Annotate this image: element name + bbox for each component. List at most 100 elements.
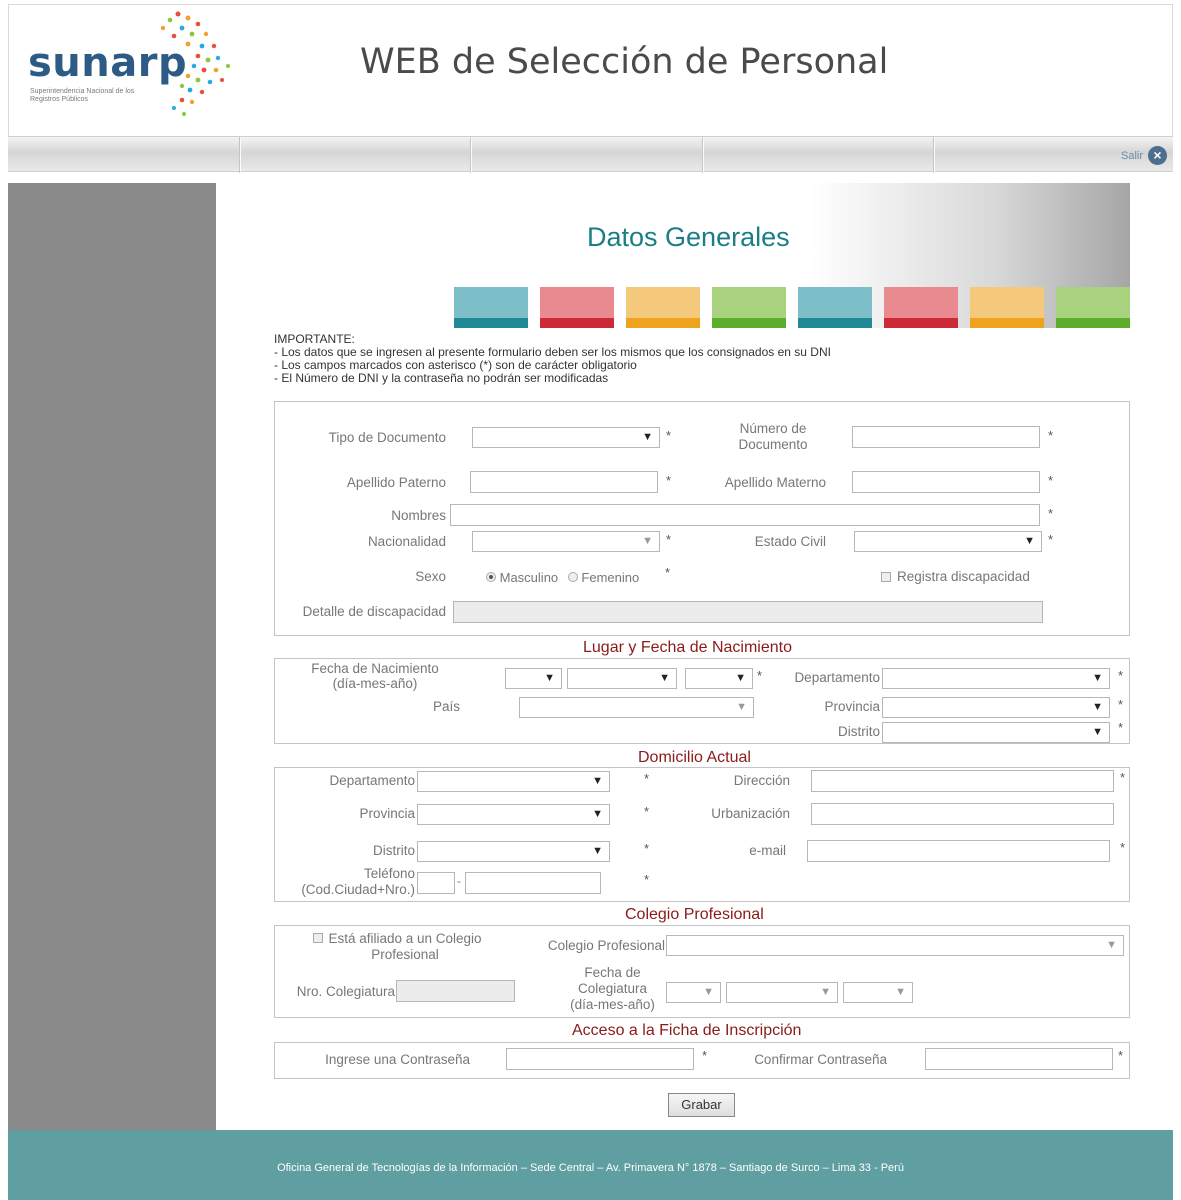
fecha-colegiatura-label-line1: Fecha de <box>584 965 641 980</box>
fecha-nacimiento-label-line1: Fecha de Nacimiento <box>311 661 439 676</box>
required-mark: * <box>1118 668 1124 683</box>
pais-select[interactable]: ▼ <box>519 697 754 718</box>
close-circle-icon[interactable]: × <box>1148 146 1167 165</box>
required-mark: * <box>666 428 672 443</box>
detalle-discapacidad-input[interactable] <box>453 601 1043 623</box>
color-block <box>540 287 614 328</box>
afiliado-colegio-label-line1: Está afiliado a un Colegio <box>328 931 482 946</box>
required-mark: * <box>665 565 671 580</box>
fecha-colegiatura-label: Fecha de Colegiatura (día-mes-año) <box>560 965 665 1013</box>
nacimiento-dia-select[interactable]: ▼ <box>505 668 562 689</box>
color-block-bottom <box>712 318 786 328</box>
estado-civil-select[interactable]: ▼ <box>854 531 1042 552</box>
color-block <box>712 287 786 328</box>
required-mark: * <box>666 532 672 547</box>
site-title: WEB de Selección de Personal <box>360 42 889 82</box>
required-mark: * <box>644 841 650 856</box>
dom-departamento-label: Departamento <box>329 773 415 788</box>
password-label: Ingrese una Contraseña <box>325 1052 470 1067</box>
telefono-codigo-input[interactable] <box>417 872 455 894</box>
urbanizacion-input[interactable] <box>811 803 1114 825</box>
nac-distrito-select[interactable]: ▼ <box>882 722 1110 743</box>
nro-colegiatura-label: Nro. Colegiatura <box>296 984 395 999</box>
color-block-top <box>540 287 614 318</box>
apellido-materno-label: Apellido Materno <box>724 475 826 490</box>
color-block-bottom <box>970 318 1044 328</box>
nav-separator <box>239 137 241 173</box>
nombres-input[interactable] <box>450 504 1040 526</box>
fecha-nacimiento-label-line2: (día-mes-año) <box>332 676 418 691</box>
apellido-materno-input[interactable] <box>852 471 1040 493</box>
color-block-bottom <box>454 318 528 328</box>
color-block <box>454 287 528 328</box>
colegiatura-dia-select[interactable]: ▼ <box>666 982 721 1003</box>
nac-provincia-label: Provincia <box>824 699 880 714</box>
telefono-separator: - <box>457 874 461 888</box>
footer-text: Oficina General de Tecnologías de la Inf… <box>277 1162 904 1174</box>
required-mark: * <box>1120 840 1126 855</box>
required-mark: * <box>1048 428 1054 443</box>
required-mark: * <box>1118 720 1124 735</box>
left-sidebar <box>8 183 216 1130</box>
detalle-discapacidad-label: Detalle de discapacidad <box>302 604 446 619</box>
dom-departamento-select[interactable]: ▼ <box>417 771 610 792</box>
colegiatura-mes-select[interactable]: ▼ <box>726 982 838 1003</box>
nacionalidad-select[interactable]: ▼ <box>472 531 660 552</box>
section-title-domicilio: Domicilio Actual <box>638 749 751 766</box>
nav-separator <box>933 137 935 173</box>
nac-provincia-select[interactable]: ▼ <box>882 697 1110 718</box>
colegio-profesional-select[interactable]: ▼ <box>666 935 1124 956</box>
dom-distrito-select[interactable]: ▼ <box>417 841 610 862</box>
femenino-label: Femenino <box>581 570 640 585</box>
colegio-profesional-label: Colegio Profesional <box>547 938 665 953</box>
logo-subtitle: Superintendencia Nacional de los Registr… <box>30 88 135 103</box>
required-mark: * <box>702 1048 708 1063</box>
apellido-paterno-input[interactable] <box>470 471 658 493</box>
required-mark: * <box>757 668 763 683</box>
password-input[interactable] <box>506 1048 694 1070</box>
nacimiento-anio-select[interactable]: ▼ <box>685 668 753 689</box>
color-block <box>884 287 958 328</box>
fecha-colegiatura-label-line2: Colegiatura <box>577 981 648 996</box>
telefono-label-line1: Teléfono <box>363 866 415 881</box>
notes-line: - El Número de DNI y la contraseña no po… <box>274 371 609 385</box>
color-block-top <box>712 287 786 318</box>
logo-wordmark: sunarp <box>28 40 188 86</box>
color-block-top <box>884 287 958 318</box>
color-block-bottom <box>540 318 614 328</box>
tipo-documento-select[interactable]: ▼ <box>472 427 660 448</box>
dom-provincia-label: Provincia <box>359 806 415 821</box>
required-mark: * <box>1118 697 1124 712</box>
dom-provincia-select[interactable]: ▼ <box>417 804 610 825</box>
confirm-password-input[interactable] <box>925 1048 1113 1070</box>
femenino-radio[interactable] <box>567 572 578 582</box>
masculino-radio[interactable] <box>486 572 496 582</box>
telefono-numero-input[interactable] <box>465 872 601 894</box>
grabar-button[interactable]: Grabar <box>668 1093 735 1117</box>
numero-documento-label-line1: Número de <box>739 421 807 436</box>
nacionalidad-label: Nacionalidad <box>367 534 446 549</box>
numero-documento-input[interactable] <box>852 426 1040 448</box>
afiliado-colegio-label-line2: Profesional <box>371 947 439 962</box>
nacimiento-mes-select[interactable]: ▼ <box>567 668 677 689</box>
estado-civil-label: Estado Civil <box>754 534 826 549</box>
nro-colegiatura-input[interactable] <box>396 980 515 1002</box>
color-block-bottom <box>884 318 958 328</box>
email-input[interactable] <box>807 840 1110 862</box>
nav-separator <box>702 137 704 173</box>
telefono-label-line2: (Cod.Ciudad+Nro.) <box>301 882 415 897</box>
section-title-acceso: Acceso a la Ficha de Inscripción <box>572 1022 802 1039</box>
color-block <box>970 287 1044 328</box>
registra-discapacidad-checkbox[interactable] <box>881 572 891 582</box>
exit-link[interactable]: Salir <box>1121 150 1143 162</box>
nac-departamento-select[interactable]: ▼ <box>882 668 1110 689</box>
nav-separator <box>470 137 472 173</box>
telefono-label: Teléfono (Cod.Ciudad+Nro.) <box>282 866 415 898</box>
direccion-input[interactable] <box>811 770 1114 792</box>
fecha-colegiatura-label-line3: (día-mes-año) <box>570 997 655 1012</box>
email-label: e-mail <box>749 843 786 858</box>
colegiatura-anio-select[interactable]: ▼ <box>843 982 913 1003</box>
urbanizacion-label: Urbanización <box>711 806 790 821</box>
color-block-top <box>454 287 528 318</box>
nombres-label: Nombres <box>391 508 446 523</box>
